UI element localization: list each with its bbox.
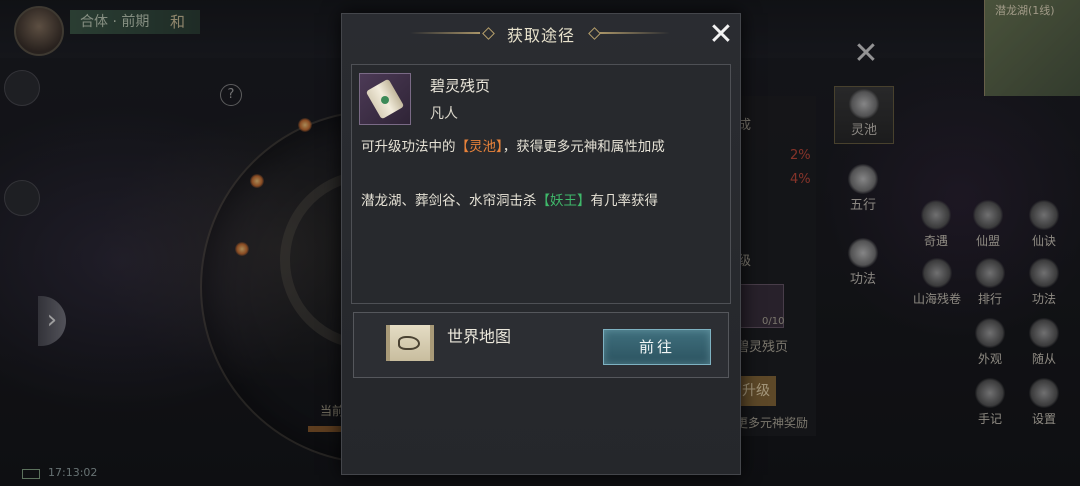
scroll-icon [359,73,411,125]
item-source: 潜龙湖、葬剑谷、水帘洞击杀【妖王】有几率获得 [361,193,723,209]
source-text: 潜龙湖、葬剑谷、水帘洞击杀 [361,193,537,209]
dialog-header: 获取途径 ✕ [342,14,740,54]
item-description: 可升级功法中的【灵池】，获得更多元神和属性加成 [361,139,723,155]
scroll-seal [381,96,389,104]
dialog-title: 获取途径 [506,26,575,45]
acquire-source-dialog: 获取途径 ✕ 碧灵残页 凡人 可升级功法中的【灵池】，获得更多元神和属性加成 潜… [341,13,741,475]
item-name: 碧灵残页 [430,77,491,95]
desc-text: 可升级功法中的 [361,139,456,155]
item-grade: 凡人 [430,106,458,122]
way-label: 世界地图 [447,327,512,346]
go-button[interactable]: 前往 [603,329,711,365]
desc-text: ，获得更多元神和属性加成 [502,139,665,155]
acquire-way-row: 世界地图 前往 [353,312,729,378]
source-highlight: 【妖王】 [536,193,591,209]
close-icon[interactable]: ✕ [704,18,738,52]
world-map-icon [386,325,434,361]
desc-highlight: 【灵池】 [455,139,503,155]
source-text: 有几率获得 [590,193,659,209]
item-info-panel: 碧灵残页 凡人 可升级功法中的【灵池】，获得更多元神和属性加成 潜龙湖、葬剑谷、… [351,64,731,304]
title-decoration [600,32,670,34]
